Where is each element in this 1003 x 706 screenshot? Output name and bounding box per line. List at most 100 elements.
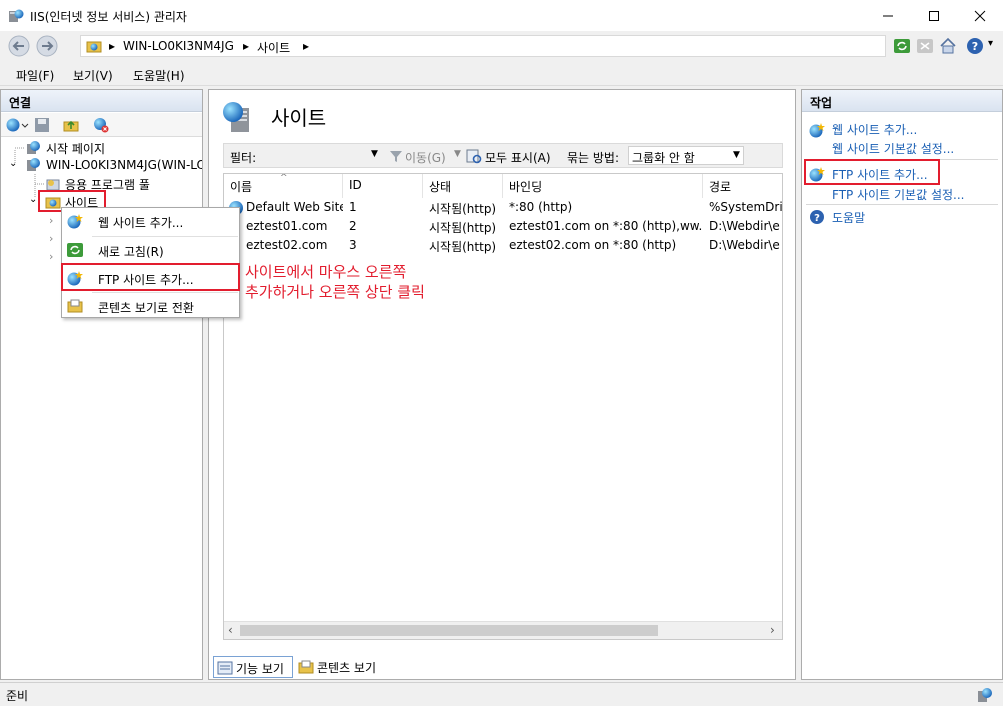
- menu-help[interactable]: 도움말(H): [133, 67, 185, 84]
- tree-start-page[interactable]: 시작 페이지: [46, 140, 105, 157]
- filter-dropdown-icon[interactable]: ▼: [371, 149, 378, 159]
- maximize-button[interactable]: [911, 0, 957, 31]
- row-path: D:\Webdir\e: [709, 238, 780, 252]
- add-website-icon: [67, 214, 83, 229]
- filter-toolbar: 필터: ▼ 이동(G) ▼ 모두 표시(A) 묶는 방법: 그룹화 안 함 ▼: [223, 143, 783, 168]
- maximize-icon: [929, 10, 939, 21]
- group-by-value: 그룹화 안 함: [632, 151, 695, 165]
- breadcrumb-separator-icon: ▸: [243, 39, 250, 53]
- column-header-path[interactable]: 경로: [703, 174, 782, 198]
- column-header-id[interactable]: ID: [343, 174, 423, 198]
- row-status: 시작됨(http): [429, 240, 497, 254]
- column-id-label: ID: [349, 178, 362, 192]
- home-icon[interactable]: [939, 37, 957, 55]
- connections-pane: 연결 시작 페이지 ⌄ WIN-LO0KI3NM4JG(WIN-LO( 응용 프…: [0, 89, 203, 680]
- context-switch-content-view[interactable]: 콘텐츠 보기로 전환: [62, 293, 239, 319]
- expand-chevron-icon[interactable]: ›: [49, 250, 53, 263]
- add-website-icon: [809, 123, 825, 138]
- column-path-label: 경로: [709, 180, 732, 194]
- horizontal-scrollbar[interactable]: ‹ ›: [224, 621, 782, 639]
- action-website-defaults[interactable]: 웹 사이트 기본값 설정...: [832, 140, 954, 157]
- annotation-line-1: 사이트에서 마우스 오른쪽: [245, 263, 407, 281]
- context-add-website[interactable]: 웹 사이트 추가...: [62, 208, 239, 234]
- group-by-label: 묶는 방법:: [567, 151, 620, 165]
- stop-icon[interactable]: [916, 37, 934, 55]
- table-row[interactable]: Default Web Site 1 시작됨(http) *:80 (http)…: [224, 198, 782, 217]
- tab-content-view[interactable]: 콘텐츠 보기: [295, 656, 385, 678]
- row-name: eztest01.com: [246, 219, 328, 233]
- action-ftp-defaults[interactable]: FTP 사이트 기본값 설정...: [832, 186, 964, 203]
- column-header-binding[interactable]: 바인딩: [503, 174, 703, 198]
- content-view-icon: [67, 299, 83, 313]
- sites-folder-icon: [86, 41, 102, 53]
- action-add-website[interactable]: 웹 사이트 추가...: [832, 121, 917, 138]
- actions-pane: 작업 웹 사이트 추가... 웹 사이트 기본값 설정... FTP 사이트 추…: [801, 89, 1003, 680]
- row-status: 시작됨(http): [429, 221, 497, 235]
- menu-bar: 파일(F) 보기(V) 도움말(H): [0, 62, 1003, 86]
- tab-features-label: 기능 보기: [236, 662, 284, 676]
- row-binding: eztest01.com on *:80 (http),ww...: [509, 219, 703, 233]
- help-icon: ?: [810, 210, 824, 224]
- tree-server[interactable]: WIN-LO0KI3NM4JG(WIN-LO(: [46, 158, 202, 172]
- funnel-icon: [390, 151, 402, 162]
- status-text: 준비: [6, 689, 29, 703]
- menu-view[interactable]: 보기(V): [73, 67, 113, 84]
- tab-content-label: 콘텐츠 보기: [317, 661, 377, 675]
- filter-label: 필터:: [230, 151, 257, 165]
- action-help[interactable]: 도움말: [832, 209, 865, 226]
- column-header-status[interactable]: 상태: [423, 174, 503, 198]
- table-row[interactable]: eztest02.com 3 시작됨(http) eztest02.com on…: [224, 236, 782, 255]
- go-dropdown-icon[interactable]: ▼: [454, 149, 461, 159]
- filter-input[interactable]: [262, 146, 382, 165]
- context-refresh-label: 새로 고침(R): [98, 245, 164, 259]
- forward-arrow-icon[interactable]: [34, 34, 60, 58]
- close-button[interactable]: [957, 0, 1003, 31]
- collapse-chevron-icon[interactable]: ⌄: [9, 158, 17, 169]
- minimize-button[interactable]: [865, 0, 911, 31]
- row-id: 2: [349, 219, 357, 233]
- column-name-label: 이름: [230, 180, 253, 194]
- group-by-select[interactable]: 그룹화 안 함 ▼: [628, 146, 744, 165]
- row-path: D:\Webdir\e: [709, 219, 780, 233]
- scroll-left-icon[interactable]: ‹: [228, 623, 233, 637]
- iis-app-icon: [9, 9, 24, 22]
- expand-chevron-icon[interactable]: ›: [49, 232, 53, 245]
- show-all-icon: [466, 149, 482, 164]
- features-view-icon: [217, 661, 233, 675]
- tab-features-view[interactable]: 기능 보기: [213, 656, 293, 678]
- connections-toolbar: [1, 113, 202, 137]
- go-button[interactable]: 이동(G): [405, 149, 446, 166]
- scroll-right-icon[interactable]: ›: [770, 623, 775, 637]
- highlight-box: [61, 263, 240, 291]
- divider: [806, 204, 998, 205]
- sort-ascending-icon: ^: [280, 173, 288, 183]
- back-arrow-icon[interactable]: [6, 34, 32, 58]
- breadcrumb-server[interactable]: WIN-LO0KI3NM4JG: [123, 39, 234, 53]
- window-title: IIS(인터넷 정보 서비스) 관리자: [30, 10, 187, 24]
- disconnect-icon[interactable]: [93, 117, 109, 133]
- expand-chevron-icon[interactable]: ›: [49, 214, 53, 227]
- table-row[interactable]: eztest01.com 2 시작됨(http) eztest01.com on…: [224, 217, 782, 236]
- row-path: %SystemDrive: [709, 200, 782, 214]
- status-bar: 준비: [0, 682, 1003, 706]
- context-refresh[interactable]: 새로 고침(R): [62, 237, 239, 263]
- address-bar[interactable]: ▸ WIN-LO0KI3NM4JG ▸ 사이트 ▸: [80, 35, 886, 57]
- menu-file[interactable]: 파일(F): [16, 67, 54, 84]
- breadcrumb-sites[interactable]: 사이트: [257, 39, 290, 56]
- column-binding-label: 바인딩: [509, 180, 543, 194]
- context-add-website-label: 웹 사이트 추가...: [98, 216, 184, 230]
- connection-status-icon: [978, 688, 992, 702]
- help-dropdown-icon[interactable]: ▾: [988, 38, 993, 49]
- collapse-chevron-icon[interactable]: ⌄: [29, 194, 37, 205]
- connect-globe-icon[interactable]: [5, 117, 29, 133]
- save-icon[interactable]: [34, 117, 50, 133]
- scrollbar-thumb[interactable]: [240, 625, 658, 636]
- refresh-icon[interactable]: [893, 37, 911, 55]
- up-folder-icon[interactable]: [63, 117, 79, 133]
- connections-pane-title: 연결: [1, 90, 202, 112]
- row-status: 시작됨(http): [429, 202, 497, 216]
- content-view-icon: [298, 660, 314, 674]
- chevron-down-icon: ▼: [733, 150, 740, 160]
- help-icon[interactable]: ?: [966, 37, 984, 55]
- show-all-button[interactable]: 모두 표시(A): [485, 149, 551, 166]
